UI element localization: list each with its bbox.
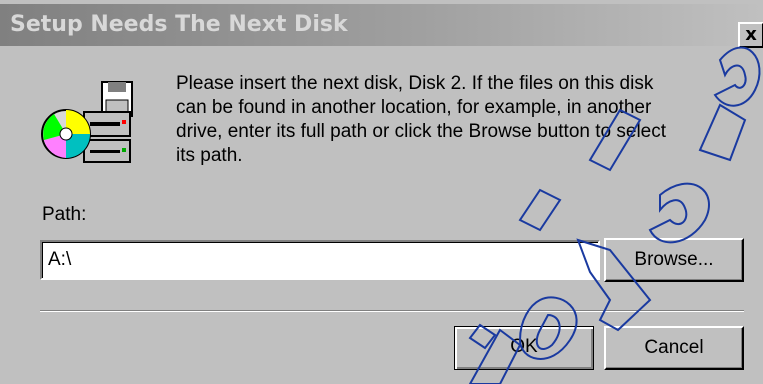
title-bar[interactable]: Setup Needs The Next Disk x <box>0 4 763 48</box>
close-button[interactable]: x <box>738 22 763 48</box>
path-input[interactable] <box>40 240 600 280</box>
ok-button[interactable]: OK <box>454 326 594 370</box>
setup-disk-icon <box>41 81 133 163</box>
instruction-text: Please insert the next disk, Disk 2. If … <box>176 73 667 166</box>
setup-dialog: Setup Needs The Next Disk x Please inser… <box>0 0 763 384</box>
close-icon: x <box>745 24 757 45</box>
browse-button[interactable]: Browse... <box>604 238 744 282</box>
dialog-title: Setup Needs The Next Disk <box>10 12 348 37</box>
path-label: Path: <box>42 204 87 225</box>
separator <box>40 310 744 312</box>
cancel-button[interactable]: Cancel <box>604 326 744 370</box>
